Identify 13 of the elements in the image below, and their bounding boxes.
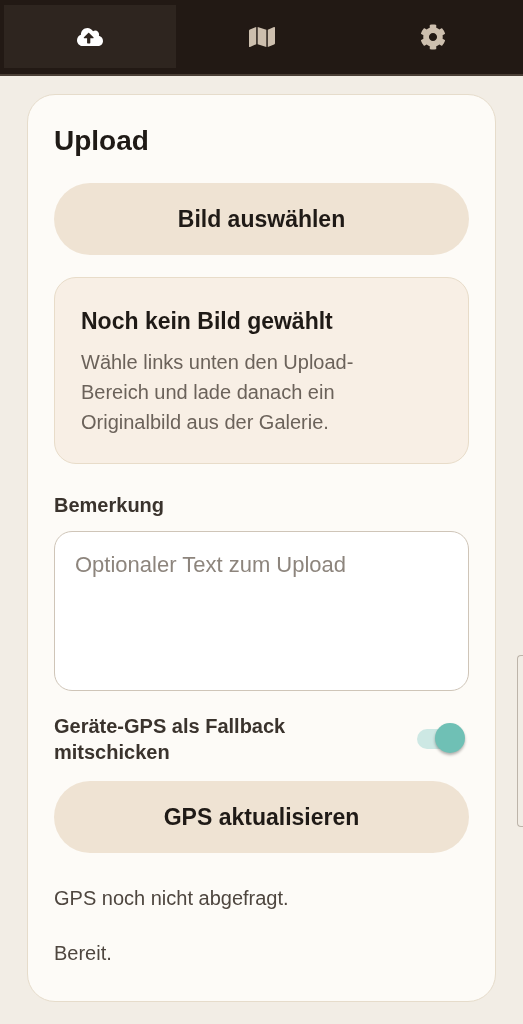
gps-refresh-button[interactable]: GPS aktualisieren (54, 781, 469, 853)
scroll-handle[interactable] (517, 655, 523, 827)
pick-image-button[interactable]: Bild auswählen (54, 183, 469, 255)
preview-title: Noch kein Bild gewählt (81, 308, 334, 335)
remark-field[interactable]: Optionaler Text zum Upload (54, 531, 469, 691)
status-text: Bereit. (54, 942, 113, 965)
nav-tab[interactable] (4, 5, 176, 68)
card-title: Upload (54, 125, 150, 157)
gps-status-text: GPS noch nicht abgefragt. (54, 887, 290, 910)
toggle-label: Geräte-GPS als Fallback mitschicken (54, 714, 287, 765)
preview-text: Wähle links unten den Upload-Bereich und lade danach ein Originalbild aus der Galerie. (81, 350, 355, 435)
remark-label: Bemerkung (54, 494, 166, 517)
settings-icon (420, 23, 447, 50)
